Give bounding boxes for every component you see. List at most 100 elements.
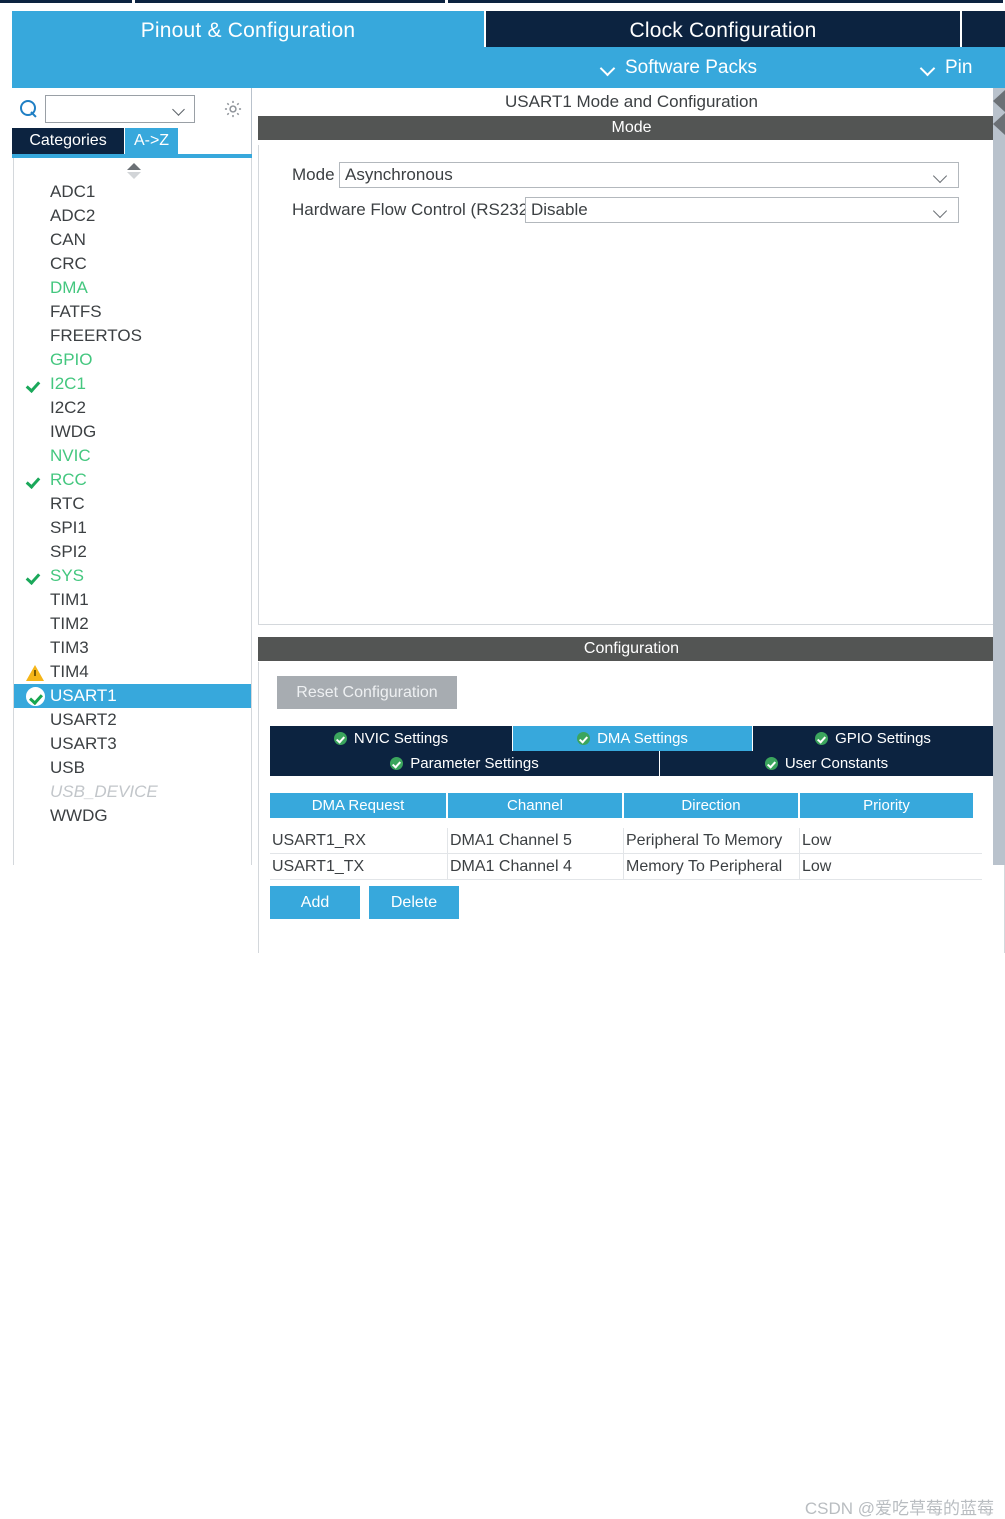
sidebar-item-label: IWDG: [50, 422, 97, 441]
sidebar-subtab-label: Categories: [29, 132, 107, 149]
sidebar-item-label: GPIO: [50, 350, 93, 369]
field-label: Mode: [292, 165, 335, 184]
sidebar-item-label: NVIC: [50, 446, 91, 465]
sidebar-item-freertos[interactable]: FREERTOS: [14, 324, 251, 348]
table-column-header[interactable]: Channel: [448, 793, 624, 818]
sidebar-item-i2c1[interactable]: I2C1: [14, 372, 251, 396]
main-tab-overflow[interactable]: [962, 11, 1005, 51]
search-input[interactable]: [50, 99, 168, 119]
main-tab-pinout-configuration[interactable]: Pinout & Configuration: [12, 11, 484, 51]
mode-section-header: Mode: [258, 116, 1005, 140]
sidebar-item-spi1[interactable]: SPI1: [14, 516, 251, 540]
check-icon: [26, 567, 44, 585]
collapse-arrow-icon-1[interactable]: [993, 90, 1005, 112]
sidebar-item-label: CRC: [50, 254, 87, 273]
gear-icon[interactable]: [222, 98, 244, 120]
field-select-mode[interactable]: Asynchronous: [339, 162, 959, 188]
delete-button[interactable]: Delete: [369, 886, 459, 919]
table-cell: DMA1 Channel 5: [448, 828, 624, 853]
sidebar-item-label: I2C2: [50, 398, 86, 417]
chevron-down-icon: [600, 60, 616, 76]
sidebar-item-tim3[interactable]: TIM3: [14, 636, 251, 660]
sidebar-item-wwdg[interactable]: WWDG: [14, 804, 251, 828]
sidebar-item-tim4[interactable]: TIM4: [14, 660, 251, 684]
configuration-section-header: Configuration: [258, 637, 1005, 661]
top-strip-segment: [0, 0, 132, 3]
sidebar-subtab-a-z[interactable]: A->Z: [125, 128, 178, 154]
chevron-down-icon[interactable]: [934, 206, 948, 215]
panel-collapse-arrows[interactable]: [993, 90, 1005, 140]
chevron-down-icon[interactable]: [934, 171, 948, 180]
chevron-down-icon[interactable]: [173, 105, 187, 114]
sidebar-item-adc2[interactable]: ADC2: [14, 204, 251, 228]
sidebar-item-usart3[interactable]: USART3: [14, 732, 251, 756]
config-tab-label: NVIC Settings: [353, 730, 449, 747]
packs-item-software-packs[interactable]: Software Packs: [600, 47, 757, 88]
config-tab-gpio-settings[interactable]: GPIO Settings: [753, 726, 994, 751]
config-tab-user-constants[interactable]: User Constants: [660, 751, 994, 776]
table-column-header[interactable]: Direction: [624, 793, 800, 818]
sidebar-item-iwdg[interactable]: IWDG: [14, 420, 251, 444]
sidebar-item-label: WWDG: [50, 806, 108, 825]
field-label: Hardware Flow Control (RS232): [292, 200, 534, 219]
sidebar-item-label: USART3: [50, 734, 117, 753]
sidebar-item-gpio[interactable]: GPIO: [14, 348, 251, 372]
table-cell: DMA1 Channel 4: [448, 854, 624, 879]
sidebar-item-label: SYS: [50, 566, 85, 585]
sidebar-item-dma[interactable]: DMA: [14, 276, 251, 300]
config-tab-dma-settings[interactable]: DMA Settings: [513, 726, 753, 751]
table-column-header[interactable]: Priority: [800, 793, 975, 818]
sidebar-subtab-categories[interactable]: Categories: [12, 128, 124, 154]
right-gutter: [993, 88, 1005, 865]
table-column-header[interactable]: DMA Request: [270, 793, 448, 818]
sidebar-item-label: ADC1: [50, 182, 96, 201]
sidebar-item-i2c2[interactable]: I2C2: [14, 396, 251, 420]
sidebar-item-tim1[interactable]: TIM1: [14, 588, 251, 612]
sidebar-item-nvic[interactable]: NVIC: [14, 444, 251, 468]
sidebar-item-label: TIM3: [50, 638, 89, 657]
add-button[interactable]: Add: [270, 886, 360, 919]
sidebar-item-label: TIM4: [50, 662, 89, 681]
sidebar-item-usart1[interactable]: USART1: [14, 684, 251, 708]
status-check-icon: [577, 732, 591, 745]
sidebar-item-usb[interactable]: USB: [14, 756, 251, 780]
table-row[interactable]: USART1_RX DMA1 Channel 5 Peripheral To Mem…: [270, 828, 982, 854]
configuration-panel: USART1 Mode and Configuration Mode Mode A…: [253, 88, 1005, 1518]
sidebar-item-label: DMA: [50, 278, 88, 297]
main-tab-label: Clock Configuration: [629, 19, 817, 42]
sidebar-item-spi2[interactable]: SPI2: [14, 540, 251, 564]
config-tab-nvic-settings[interactable]: NVIC Settings: [270, 726, 513, 751]
table-cell: Peripheral To Memory: [624, 828, 800, 853]
sidebar-item-usb_device[interactable]: USB_DEVICE: [14, 780, 251, 804]
sidebar-subtab-label: A->Z: [133, 132, 170, 149]
sidebar-item-rcc[interactable]: RCC: [14, 468, 251, 492]
sidebar-item-usart2[interactable]: USART2: [14, 708, 251, 732]
table-row[interactable]: USART1_TX DMA1 Channel 4 Memory To Periphe…: [270, 854, 982, 880]
sort-indicator-icon[interactable]: [127, 162, 143, 180]
search-combobox[interactable]: [45, 95, 195, 123]
sidebar-item-label: USART1: [50, 686, 117, 705]
warning-icon: [26, 663, 44, 681]
config-tab-parameter-settings[interactable]: Parameter Settings: [270, 751, 660, 776]
reset-configuration-button[interactable]: Reset Configuration: [277, 676, 457, 709]
peripheral-sidebar: Categories A->Z ADC1 ADC2 CAN CRC DMA FATFS FRE…: [0, 88, 252, 865]
sidebar-item-adc1[interactable]: ADC1: [14, 180, 251, 204]
sidebar-item-tim2[interactable]: TIM2: [14, 612, 251, 636]
field-select-hardware-flow-control-rs232[interactable]: Disable: [525, 197, 959, 223]
sidebar-item-fatfs[interactable]: FATFS: [14, 300, 251, 324]
sidebar-item-label: USB: [50, 758, 85, 777]
main-tab-label: Pinout & Configuration: [140, 19, 356, 42]
top-strip-segment: [135, 0, 445, 3]
table-cell: Low: [802, 831, 832, 849]
config-tab-row-1: NVIC Settings DMA Settings GPIO Settings: [270, 726, 994, 751]
sidebar-item-rtc[interactable]: RTC: [14, 492, 251, 516]
collapse-arrow-icon-2[interactable]: [993, 113, 1005, 135]
panel-title: USART1 Mode and Configuration: [258, 88, 1005, 116]
sidebar-item-can[interactable]: CAN: [14, 228, 251, 252]
sidebar-item-crc[interactable]: CRC: [14, 252, 251, 276]
packs-item-pin[interactable]: Pin: [920, 47, 972, 88]
sidebar-item-sys[interactable]: SYS: [14, 564, 251, 588]
sidebar-item-label: I2C1: [50, 374, 86, 393]
main-tab-clock-configuration[interactable]: Clock Configuration: [486, 11, 960, 51]
table-body: USART1_RX DMA1 Channel 5 Peripheral To Mem…: [270, 828, 982, 880]
